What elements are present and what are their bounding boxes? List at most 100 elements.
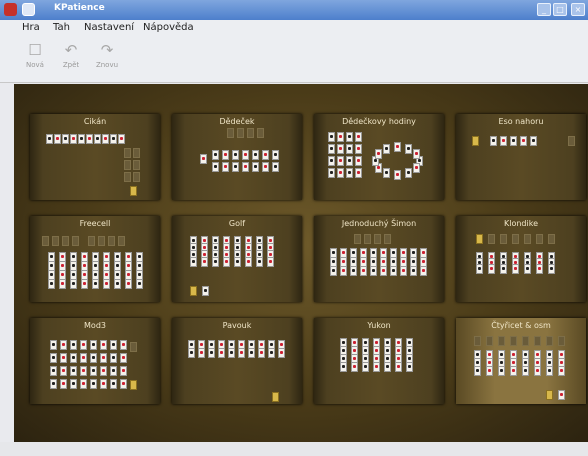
card-preview <box>136 279 143 289</box>
card-preview <box>364 234 371 244</box>
game-tile-cikan[interactable]: Cikán <box>30 114 160 200</box>
menu-napoveda[interactable]: Nápověda <box>143 22 194 33</box>
minimize-button[interactable]: _ <box>537 3 551 16</box>
game-selection-area: Cikán Dědeček Dědečkovy hodiny Eso nahoru Fr… <box>14 84 588 442</box>
card-preview <box>201 257 208 267</box>
game-tile-freecell[interactable]: Freecell <box>30 216 160 302</box>
card-preview <box>238 348 245 358</box>
game-tile-golf[interactable]: Golf <box>172 216 302 302</box>
card-preview <box>474 336 481 346</box>
card-preview <box>200 154 207 164</box>
card-preview <box>337 168 344 178</box>
card-preview <box>90 379 97 389</box>
card-preview <box>59 279 66 289</box>
card-preview <box>328 132 335 142</box>
card-preview <box>530 136 537 146</box>
card-preview <box>395 362 402 372</box>
card-preview <box>108 236 115 246</box>
card-preview <box>100 379 107 389</box>
card-preview <box>248 348 255 358</box>
card-preview <box>370 266 377 276</box>
card-preview <box>50 353 57 363</box>
game-tile-dedecek[interactable]: Dědeček <box>172 114 302 200</box>
game-tile-label: Klondike <box>503 219 538 228</box>
card-preview <box>60 353 67 363</box>
card-preview <box>384 234 391 244</box>
card-preview <box>337 144 344 154</box>
card-preview <box>328 168 335 178</box>
maximize-button[interactable]: □ <box>553 3 567 16</box>
game-tile-label: Golf <box>228 219 246 228</box>
game-tile-label: Dědeček <box>219 117 255 126</box>
card-preview <box>346 156 353 166</box>
card-preview <box>328 156 335 166</box>
card-preview <box>80 366 87 376</box>
redo-icon: ↷ <box>100 41 114 59</box>
card-preview <box>50 366 57 376</box>
card-preview <box>100 366 107 376</box>
game-tile-pavouk[interactable]: Pavouk <box>172 318 302 404</box>
card-preview <box>120 340 127 350</box>
game-tile-jednoduchy-simon[interactable]: Jednoduchý Šimon <box>314 216 444 302</box>
close-button[interactable]: × <box>571 3 585 16</box>
card-preview <box>374 234 381 244</box>
game-tile-label: Čtyřicet & osm <box>491 321 551 330</box>
card-preview <box>94 134 101 144</box>
card-preview <box>472 136 479 146</box>
card-preview <box>70 279 77 289</box>
card-preview <box>406 362 413 372</box>
game-tile-mod3[interactable]: Mod3 <box>30 318 160 404</box>
card-preview <box>350 266 357 276</box>
card-preview <box>62 236 69 246</box>
card-preview <box>548 264 555 274</box>
card-preview <box>488 234 495 244</box>
card-preview <box>208 348 215 358</box>
menu-hra[interactable]: Hra <box>22 22 40 33</box>
game-tile-klondike[interactable]: Klondike <box>456 216 586 302</box>
card-preview <box>488 264 495 274</box>
card-preview <box>102 134 109 144</box>
new-game-icon: ☐ <box>28 41 42 59</box>
card-preview <box>133 172 140 182</box>
card-preview <box>247 128 254 138</box>
card-preview <box>394 170 401 180</box>
card-preview <box>60 340 67 350</box>
card-preview <box>498 336 505 346</box>
menu-tah[interactable]: Tah <box>53 22 70 33</box>
card-preview <box>337 132 344 142</box>
undo-icon: ↶ <box>64 41 78 59</box>
card-preview <box>120 379 127 389</box>
card-preview <box>500 234 507 244</box>
card-preview <box>227 128 234 138</box>
card-preview <box>80 379 87 389</box>
card-preview <box>42 236 49 246</box>
game-tile-dedeckovy-hodiny[interactable]: Dědečkovy hodiny <box>314 114 444 200</box>
game-tile-yukon[interactable]: Yukon <box>314 318 444 404</box>
title-bar: KPatience _ □ × <box>0 0 588 20</box>
card-preview <box>245 257 252 267</box>
card-preview <box>190 286 197 296</box>
card-preview <box>90 353 97 363</box>
card-preview <box>474 366 481 376</box>
redo-button[interactable]: ↷ Znovu <box>92 40 122 80</box>
card-preview <box>490 136 497 146</box>
card-preview <box>340 266 347 276</box>
card-preview <box>212 257 219 267</box>
card-preview <box>346 132 353 142</box>
card-preview <box>534 366 541 376</box>
menu-nastaveni[interactable]: Nastavení <box>84 22 134 33</box>
card-preview <box>355 156 362 166</box>
app-menu-icon[interactable] <box>4 3 17 16</box>
game-tile-eso-nahoru[interactable]: Eso nahoru <box>456 114 586 200</box>
game-tile-ctyricet-osm[interactable]: Čtyřicet & osm <box>456 318 586 404</box>
card-preview <box>218 348 225 358</box>
card-preview <box>486 336 493 346</box>
card-preview <box>558 336 565 346</box>
card-preview <box>124 148 131 158</box>
undo-button[interactable]: ↶ Zpět <box>56 40 86 80</box>
new-game-button[interactable]: ☐ Nová <box>20 40 50 80</box>
card-preview <box>510 366 517 376</box>
menu-bar: Hra Tah Nastavení Nápověda <box>0 20 588 36</box>
card-preview <box>272 162 279 172</box>
card-preview <box>256 257 263 267</box>
